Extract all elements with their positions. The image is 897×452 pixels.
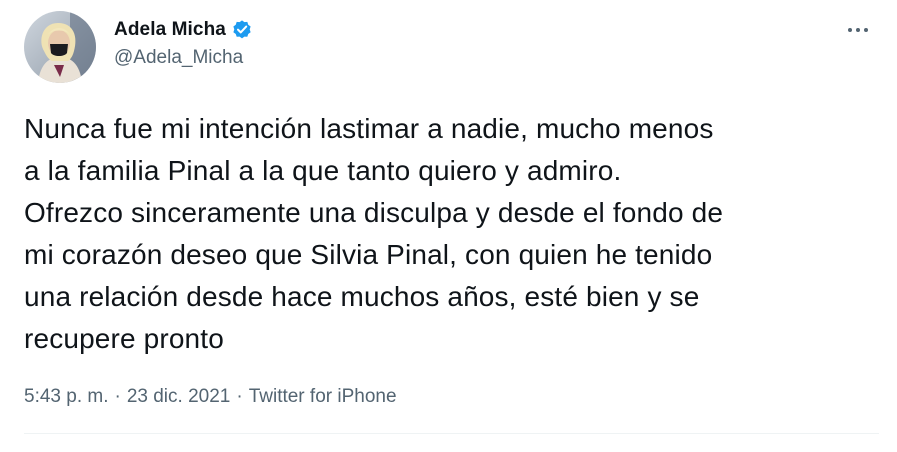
meta-separator: · <box>114 386 121 407</box>
user-handle[interactable]: @Adela_Micha <box>114 47 253 69</box>
verified-badge-icon <box>231 19 253 41</box>
tweet-meta: 5:43 p. m. · 23 dic. 2021 · Twitter for … <box>24 384 397 410</box>
tweet-time[interactable]: 5:43 p. m. <box>24 386 109 408</box>
more-horizontal-icon[interactable] <box>840 18 876 42</box>
name-row: Adela Micha <box>114 17 253 43</box>
author-block: Adela Micha @Adela_Micha <box>114 17 253 69</box>
tweet-card: Adela Micha @Adela_Micha Nunca fue mi in… <box>0 0 897 452</box>
tweet-source[interactable]: Twitter for iPhone <box>249 386 397 408</box>
display-name[interactable]: Adela Micha <box>114 19 226 41</box>
tweet-date[interactable]: 23 dic. 2021 <box>127 386 231 408</box>
meta-separator: · <box>236 386 243 407</box>
avatar[interactable] <box>24 11 96 83</box>
tweet-text: Nunca fue mi intención lastimar a nadie,… <box>24 113 724 354</box>
divider <box>24 433 879 434</box>
avatar-image <box>24 11 96 83</box>
